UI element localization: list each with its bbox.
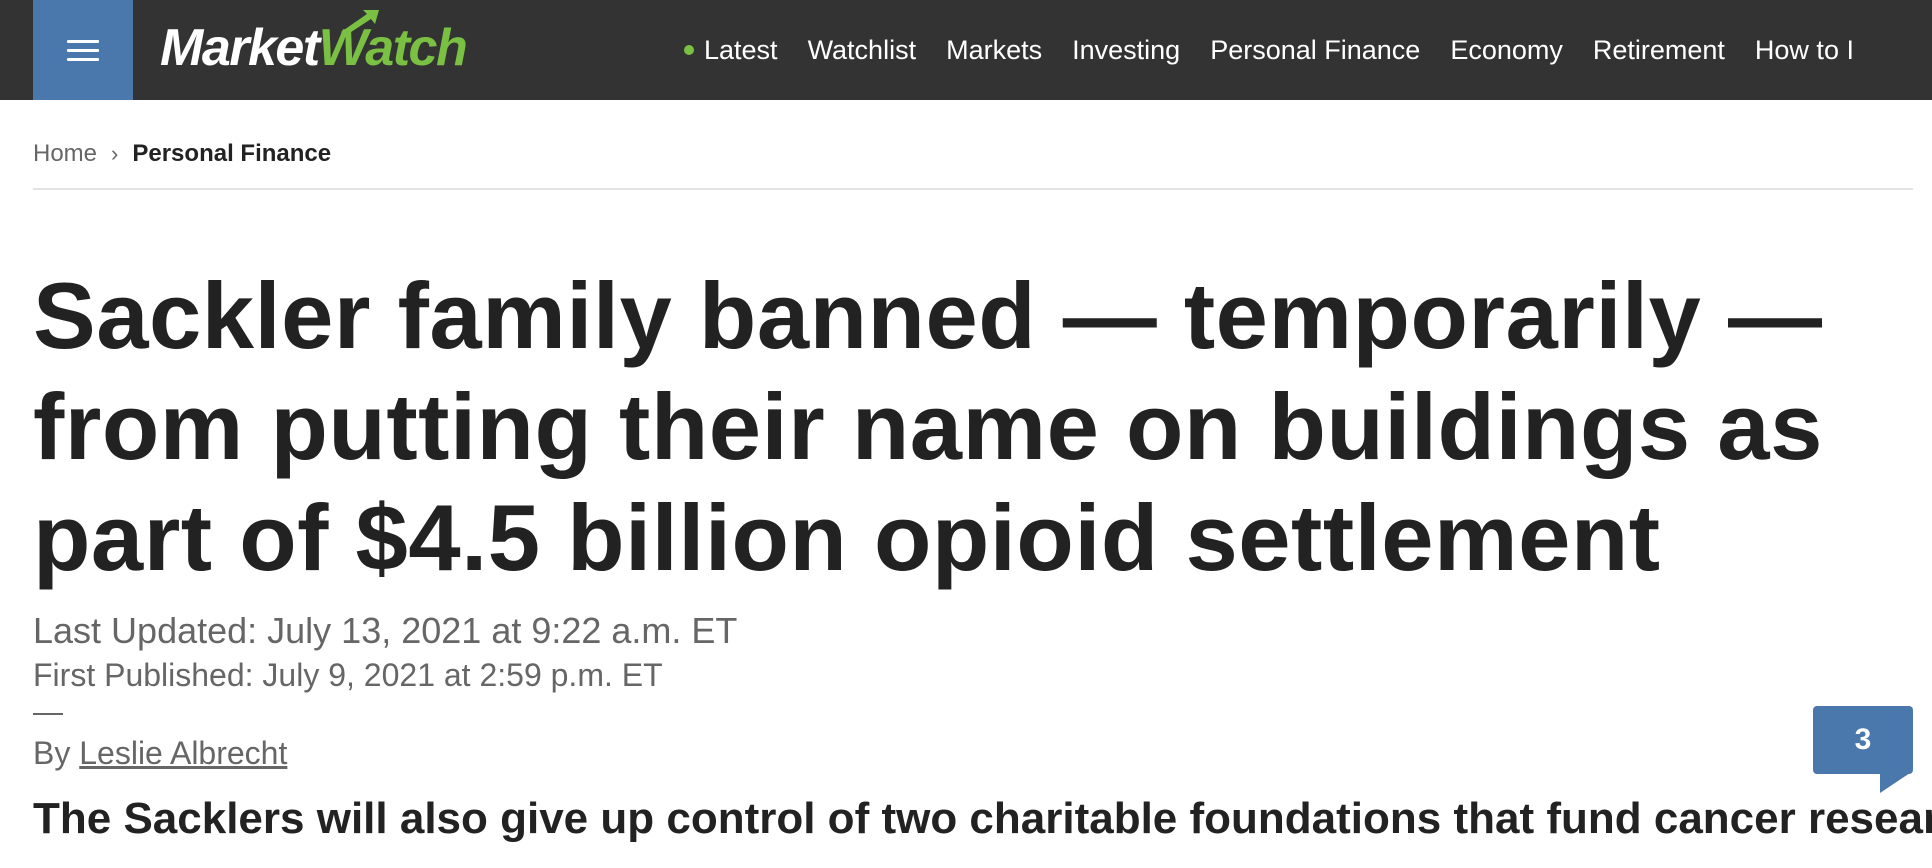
nav-economy[interactable]: Economy (1450, 35, 1563, 66)
comments-count-button[interactable]: 3 (1813, 706, 1913, 774)
nav-latest[interactable]: Latest (684, 35, 778, 66)
breadcrumb-divider (33, 188, 1913, 190)
comment-bubble-tail (1880, 773, 1910, 793)
nav-how-to-invest[interactable]: How to I (1755, 35, 1854, 66)
breadcrumb-personal-finance-link[interactable]: Personal Finance (132, 140, 331, 168)
comment-count: 3 (1854, 723, 1872, 756)
live-dot-icon (684, 45, 694, 55)
last-updated-timestamp: Last Updated: July 13, 2021 at 9:22 a.m.… (33, 610, 738, 651)
article-dek: The Sacklers will also give up control o… (33, 794, 1932, 843)
logo-market-text: Market (160, 19, 320, 77)
main-nav: Latest Watchlist Markets Investing Perso… (684, 0, 1884, 100)
byline-by: By (33, 735, 71, 771)
chevron-right-icon: › (111, 141, 119, 166)
nav-markets[interactable]: Markets (946, 35, 1042, 66)
nav-personal-finance[interactable]: Personal Finance (1210, 35, 1420, 66)
nav-watchlist[interactable]: Watchlist (808, 35, 917, 66)
logo-watch-text: Watch (319, 10, 468, 78)
top-navigation-bar: Market Watch Latest Watchlist Markets Inv… (0, 0, 1932, 100)
hamburger-menu-button[interactable] (33, 0, 133, 100)
hamburger-menu-icon (67, 34, 99, 67)
byline-rule (33, 713, 63, 715)
author-link[interactable]: Leslie Albrecht (79, 735, 287, 771)
nav-investing[interactable]: Investing (1072, 35, 1180, 66)
breadcrumb: Home › Personal Finance (33, 140, 331, 168)
byline: By Leslie Albrecht (33, 735, 287, 772)
marketwatch-logo[interactable]: Market Watch (160, 10, 468, 80)
logo-arrow-icon (340, 10, 379, 34)
breadcrumb-home-link[interactable]: Home (33, 140, 97, 168)
article-headline: Sackler family banned — temporarily — fr… (33, 263, 1823, 590)
first-published-timestamp: First Published: July 9, 2021 at 2:59 p.… (33, 657, 663, 693)
nav-retirement[interactable]: Retirement (1593, 35, 1725, 66)
